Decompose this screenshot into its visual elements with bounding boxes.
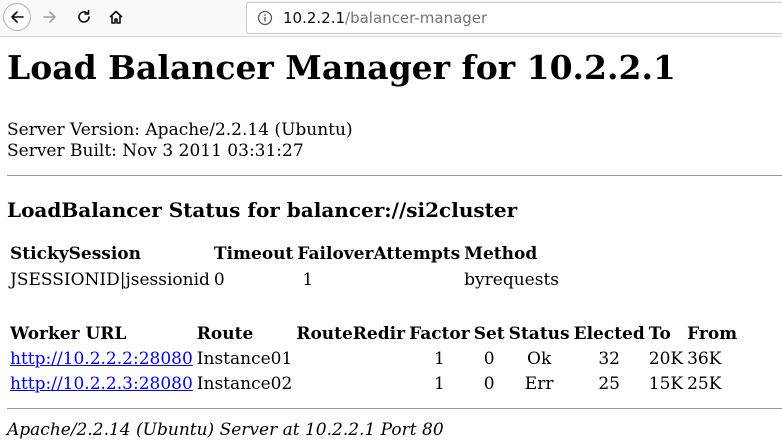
status-cell: Ok — [527, 349, 552, 369]
table-cell: 20K — [648, 349, 684, 369]
status-cell: Err — [524, 374, 554, 394]
table-row: JSESSIONID|jsessionid 0 1 byrequests — [9, 267, 560, 294]
table-cell: 32 — [598, 349, 620, 369]
column-header: To — [648, 323, 671, 344]
table-cell: 25K — [687, 374, 722, 394]
table-cell: 0 — [483, 374, 495, 394]
table-header-row: Worker URL Route RouteRedir Factor Set S… — [9, 321, 738, 347]
reload-button[interactable] — [70, 3, 98, 31]
server-info: Server Version: Apache/2.2.14 (Ubuntu) S… — [7, 120, 779, 162]
url-host: 10.2.2.1 — [283, 9, 346, 27]
column-header: RouteRedir — [296, 323, 406, 344]
table-cell: 25 — [598, 374, 620, 394]
worker-link[interactable]: http://10.2.2.3:28080 — [10, 374, 193, 394]
balancer-status-table: StickySession Timeout FailoverAttempts M… — [7, 242, 562, 294]
table-cell: Instance01 — [196, 349, 293, 369]
page-title: Load Balancer Manager for 10.2.2.1 — [7, 48, 676, 87]
table-row: http://10.2.2.2:28080 Instance01 1 0 Ok … — [9, 347, 738, 372]
column-header: From — [687, 323, 738, 344]
url-bar[interactable]: 10.2.2.1/balancer-manager — [246, 2, 782, 34]
column-header: Method — [464, 244, 538, 264]
column-header: Status — [508, 323, 570, 344]
column-header: Factor — [409, 323, 470, 344]
table-cell: 15K — [648, 374, 684, 394]
table-cell: 1 — [433, 374, 445, 394]
home-icon — [109, 10, 123, 24]
table-cell: 0 — [483, 349, 495, 369]
workers-table: Worker URL Route RouteRedir Factor Set S… — [7, 321, 740, 397]
table-cell — [295, 347, 406, 372]
table-row: http://10.2.2.3:28080 Instance02 1 0 Err… — [9, 372, 738, 397]
divider-bottom — [7, 408, 782, 409]
server-version: Server Version: Apache/2.2.14 (Ubuntu) — [7, 120, 353, 140]
forward-icon — [43, 11, 56, 23]
table-cell: 1 — [433, 349, 445, 369]
table-cell: 0 — [213, 270, 225, 290]
column-header: Worker URL — [10, 323, 127, 344]
table-cell: 36K — [687, 349, 722, 369]
status-heading: LoadBalancer Status for balancer://si2cl… — [7, 198, 518, 222]
column-header: Set — [473, 323, 505, 344]
reload-icon — [78, 9, 90, 23]
browser-toolbar: 10.2.2.1/balancer-manager — [0, 0, 782, 37]
info-icon[interactable] — [257, 10, 273, 26]
table-cell — [295, 372, 406, 397]
table-cell: Instance02 — [196, 374, 293, 394]
table-cell: 1 — [302, 270, 314, 290]
table-cell: byrequests — [464, 270, 560, 290]
column-header: FailoverAttempts — [297, 244, 461, 264]
column-header: StickySession — [10, 244, 141, 264]
column-header: Timeout — [213, 244, 294, 264]
table-header-row: StickySession Timeout FailoverAttempts M… — [9, 242, 560, 267]
server-built: Server Built: Nov 3 2011 03:31:27 — [7, 141, 304, 161]
home-button[interactable] — [102, 3, 130, 31]
forward-button[interactable] — [36, 3, 64, 31]
url-path: /balancer-manager — [345, 9, 488, 27]
back-button[interactable] — [3, 3, 31, 31]
server-footer: Apache/2.2.14 (Ubuntu) Server at 10.2.2.… — [7, 420, 444, 440]
page-content: Load Balancer Manager for 10.2.2.1 Serve… — [7, 36, 782, 440]
table-cell: JSESSIONID|jsessionid — [10, 270, 210, 290]
worker-link[interactable]: http://10.2.2.2:28080 — [10, 349, 193, 369]
divider-top — [7, 175, 782, 176]
column-header: Route — [196, 323, 254, 344]
column-header: Elected — [573, 323, 645, 344]
back-icon — [11, 11, 24, 23]
